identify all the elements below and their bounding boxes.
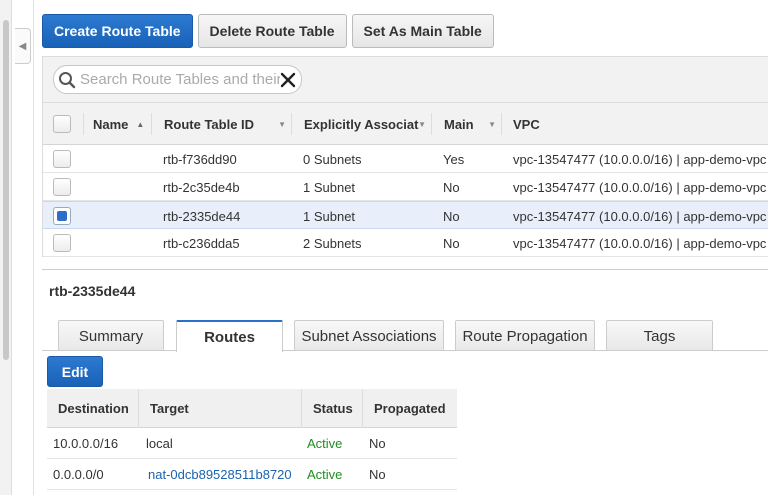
table-body: rtb-f736dd90 0 Subnets Yes vpc-13547477 … (43, 145, 768, 257)
search-box (53, 65, 302, 94)
collapse-sidebar-button[interactable]: ◀ (15, 28, 31, 64)
page-scrollbar-thumb[interactable] (3, 20, 9, 360)
cell-associations: 1 Subnet (303, 208, 356, 224)
column-header-vpc[interactable]: VPC (502, 103, 768, 145)
route-row: 0.0.0.0/0 nat-0dcb89528511b8720 Active N… (47, 459, 457, 490)
column-header-explicitly-associated[interactable]: Explicitly Associat ▼ (292, 103, 432, 145)
cell-associations: 1 Subnet (303, 179, 356, 195)
column-header-destination: Destination (47, 389, 139, 428)
tab-tags[interactable]: Tags (606, 320, 713, 351)
chevron-left-icon: ◀ (18, 40, 27, 52)
cell-route-table-id: rtb-2335de44 (163, 208, 241, 224)
table-row[interactable]: rtb-f736dd90 0 Subnets Yes vpc-13547477 … (43, 145, 768, 173)
column-header-vpc-label: VPC (513, 116, 540, 132)
sort-toggle-icon: ▼ (278, 119, 286, 129)
table-row-selected[interactable]: rtb-2335de44 1 Subnet No vpc-13547477 (1… (43, 201, 768, 229)
routes-table: Destination Target Status Propagated 10.… (47, 389, 457, 490)
detail-title: rtb-2335de44 (49, 283, 136, 299)
tabs-underline (42, 350, 768, 351)
cell-route-table-id: rtb-c236dda5 (163, 235, 240, 251)
column-header-main-label: Main (444, 116, 474, 132)
cell-propagated: No (369, 467, 386, 482)
column-header-target: Target (139, 389, 302, 428)
cell-status: Active (307, 436, 343, 451)
route-tables-panel: Name ▲ Route Table ID ▼ Explicitly Assoc… (42, 56, 768, 257)
route-row: 10.0.0.0/16 local Active No (47, 428, 457, 459)
cell-vpc: vpc-13547477 (10.0.0.0/16) | app-demo-vp… (513, 208, 767, 224)
row-checkbox[interactable] (53, 150, 71, 168)
tab-subnet-associations[interactable]: Subnet Associations (294, 320, 444, 351)
tab-summary[interactable]: Summary (58, 320, 164, 351)
sort-ascending-icon: ▲ (136, 119, 145, 129)
cell-main: No (443, 235, 460, 251)
cell-associations: 0 Subnets (303, 151, 362, 167)
cell-destination: 10.0.0.0/16 (53, 436, 119, 451)
column-header-name-label: Name (93, 116, 129, 132)
table-row[interactable]: rtb-c236dda5 2 Subnets No vpc-13547477 (… (43, 229, 768, 257)
edit-routes-button[interactable]: Edit (47, 356, 103, 387)
delete-route-table-button[interactable]: Delete Route Table (197, 14, 347, 48)
cell-associations: 2 Subnets (303, 235, 362, 251)
action-toolbar: Create Route Table Delete Route Table Se… (42, 14, 494, 48)
cell-target: local (146, 436, 173, 451)
cell-vpc: vpc-13547477 (10.0.0.0/16) | app-demo-vp… (513, 151, 767, 167)
page-scrollbar[interactable] (0, 0, 12, 495)
cell-status: Active (307, 467, 343, 482)
cell-route-table-id: rtb-2c35de4b (163, 179, 240, 195)
clear-search-icon[interactable] (279, 71, 297, 92)
cell-main: No (443, 208, 460, 224)
cell-route-table-id: rtb-f736dd90 (163, 151, 237, 167)
search-icon (54, 71, 80, 89)
sort-toggle-icon: ▼ (418, 119, 426, 129)
tab-routes[interactable]: Routes (176, 320, 283, 352)
cell-main: No (443, 179, 460, 195)
sort-toggle-icon: ▼ (488, 119, 496, 129)
row-checkbox[interactable] (53, 178, 71, 196)
target-link[interactable]: nat-0dcb89528511b8720 (148, 459, 292, 490)
header-select-all (53, 103, 84, 145)
routes-table-header: Destination Target Status Propagated (47, 389, 457, 428)
create-route-table-button[interactable]: Create Route Table (42, 14, 193, 48)
pane-resize-divider[interactable] (42, 269, 768, 270)
row-checkbox-checked[interactable] (53, 207, 71, 225)
column-header-status: Status (302, 389, 363, 428)
search-input[interactable] (80, 71, 280, 88)
cell-main: Yes (443, 151, 465, 167)
column-header-propagated: Propagated (374, 401, 446, 416)
side-panel-collapse-column: ◀ (12, 0, 34, 495)
column-header-assoc-label: Explicitly Associat (304, 116, 419, 132)
column-header-main[interactable]: Main ▼ (432, 103, 502, 145)
column-header-route-table-id[interactable]: Route Table ID ▼ (152, 103, 292, 145)
tab-route-propagation[interactable]: Route Propagation (455, 320, 595, 351)
column-header-id-label: Route Table ID (164, 116, 255, 132)
cell-vpc: vpc-13547477 (10.0.0.0/16) | app-demo-vp… (513, 179, 767, 195)
column-header-name[interactable]: Name ▲ (82, 103, 152, 145)
set-as-main-table-button[interactable]: Set As Main Table (351, 14, 494, 48)
cell-vpc: vpc-13547477 (10.0.0.0/16) | app-demo-vp… (513, 235, 767, 251)
select-all-checkbox[interactable] (53, 115, 71, 133)
table-row[interactable]: rtb-2c35de4b 1 Subnet No vpc-13547477 (1… (43, 173, 768, 201)
row-checkbox[interactable] (53, 234, 71, 252)
cell-destination: 0.0.0.0/0 (53, 467, 104, 482)
filter-bar (43, 57, 768, 102)
table-header: Name ▲ Route Table ID ▼ Explicitly Assoc… (43, 102, 768, 145)
cell-propagated: No (369, 436, 386, 451)
